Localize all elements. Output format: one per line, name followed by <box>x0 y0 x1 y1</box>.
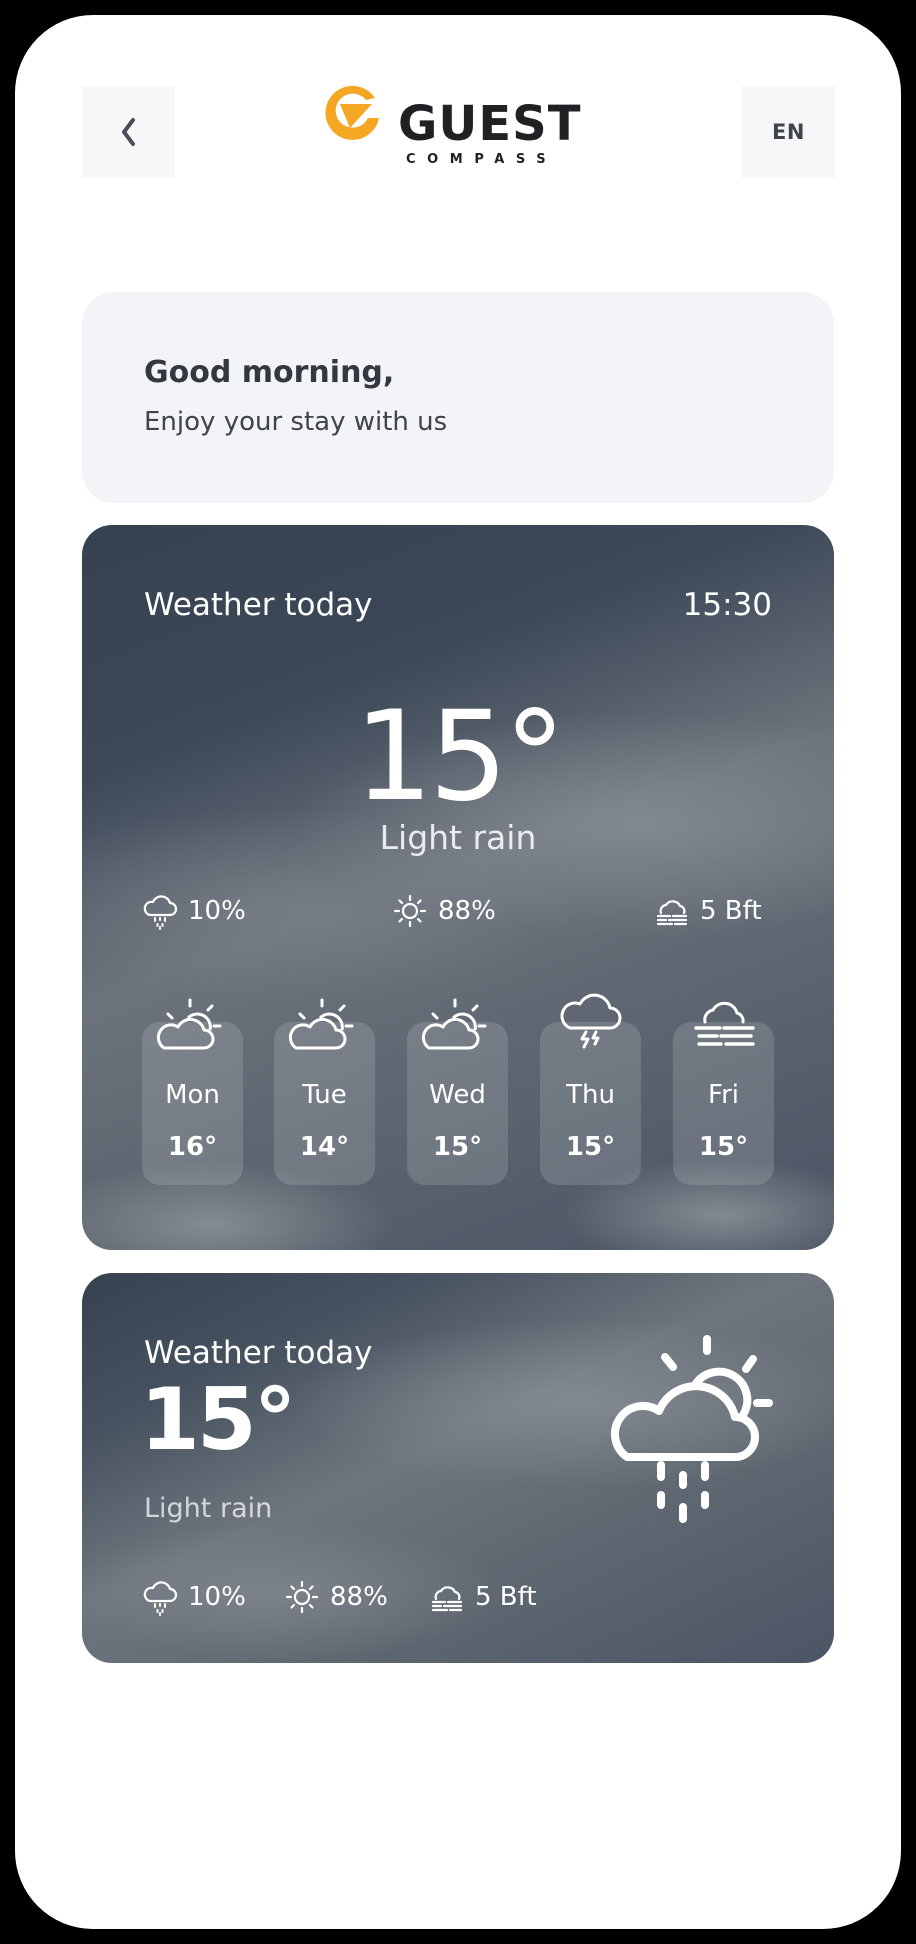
forecast-temp: 16° <box>167 1132 218 1162</box>
weather-time: 15:30 <box>682 587 772 623</box>
sunshine-stat: 88% <box>390 891 496 931</box>
rain-cloud-icon <box>140 1577 180 1617</box>
thunderstorm-icon <box>548 992 633 1054</box>
weather-card[interactable]: Weather today 15:30 15° Light rain 10% 8… <box>82 525 834 1250</box>
forecast-day-label: Tue <box>302 1080 347 1110</box>
sun-cloud-rain-icon <box>610 1335 773 1523</box>
sunshine-stat: 88% <box>282 1577 388 1617</box>
weather-condition: Light rain <box>379 818 537 857</box>
wind-value: 5 Bft <box>700 896 762 926</box>
greeting-subtitle: Enjoy your stay with us <box>144 407 448 437</box>
weather-title: Weather today <box>144 587 373 623</box>
forecast-temp: 14° <box>299 1132 350 1162</box>
language-button[interactable]: EN <box>742 86 835 178</box>
forecast-day[interactable]: Fri 15° <box>673 1022 774 1185</box>
precipitation-stat: 10% <box>140 891 246 931</box>
weather-compact-title: Weather today <box>144 1335 373 1371</box>
precipitation-value: 10% <box>188 1582 246 1612</box>
sunshine-value: 88% <box>438 896 496 926</box>
partly-cloudy-icon <box>150 992 235 1054</box>
forecast-day-label: Thu <box>566 1080 615 1110</box>
wind-value: 5 Bft <box>475 1582 537 1612</box>
wind-fog-icon <box>652 891 692 931</box>
forecast-day[interactable]: Wed 15° <box>407 1022 508 1185</box>
forecast-day[interactable]: Tue 14° <box>274 1022 375 1185</box>
precipitation-stat: 10% <box>140 1577 246 1617</box>
wind-fog-icon <box>427 1577 467 1617</box>
phone-screen: GUEST COMPASS EN Good morning, Enjoy you… <box>15 15 901 1929</box>
compact-condition: Light rain <box>144 1493 273 1524</box>
sun-icon <box>282 1577 322 1617</box>
language-label: EN <box>772 120 805 144</box>
forecast-temp: 15° <box>698 1132 749 1162</box>
forecast-day-label: Mon <box>165 1080 220 1110</box>
forecast-day-label: Wed <box>429 1080 486 1110</box>
fog-icon <box>681 992 766 1054</box>
sun-icon <box>390 891 430 931</box>
guest-compass-logo: GUEST COMPASS <box>320 78 590 168</box>
forecast-day[interactable]: Thu 15° <box>540 1022 641 1185</box>
logo-wordmark: GUEST <box>398 96 582 152</box>
partly-cloudy-icon <box>282 992 367 1054</box>
partly-cloudy-icon <box>415 992 500 1054</box>
forecast-day[interactable]: Mon 16° <box>142 1022 243 1185</box>
forecast-day-label: Fri <box>708 1080 739 1110</box>
weather-compact-card[interactable]: Weather today 15° Light rain 10% 88% 5 B… <box>82 1273 834 1663</box>
precipitation-value: 10% <box>188 896 246 926</box>
sunshine-value: 88% <box>330 1582 388 1612</box>
wind-stat: 5 Bft <box>427 1577 537 1617</box>
forecast-temp: 15° <box>432 1132 483 1162</box>
logo-subtitle: COMPASS <box>406 152 558 167</box>
logo-compass-icon <box>325 85 379 140</box>
wind-stat: 5 Bft <box>652 891 762 931</box>
forecast-temp: 15° <box>565 1132 616 1162</box>
compact-temperature: 15° <box>140 1370 297 1470</box>
greeting-card: Good morning, Enjoy your stay with us <box>82 292 834 503</box>
back-button[interactable] <box>82 86 175 178</box>
current-temperature: 15° <box>354 685 566 829</box>
greeting-title: Good morning, <box>144 355 395 390</box>
rain-cloud-icon <box>140 891 180 931</box>
chevron-left-icon <box>121 118 135 146</box>
